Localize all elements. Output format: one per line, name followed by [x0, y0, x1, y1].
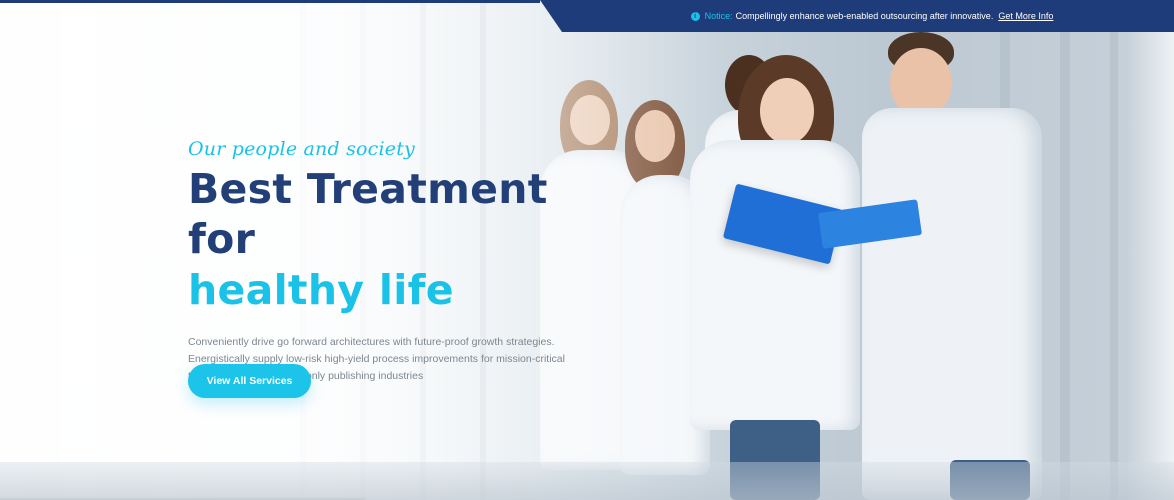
info-icon: i [690, 11, 700, 21]
view-all-services-button[interactable]: View All Services [188, 364, 311, 398]
hero-title-line1: Best Treatment for [188, 165, 548, 263]
hero-tagline: Our people and society [188, 138, 415, 160]
notice-text: Compellingly enhance web-enabled outsour… [735, 11, 994, 21]
hero-title-line2: healthy life [188, 266, 454, 314]
top-border [0, 0, 540, 3]
hero-content: Our people and society Best Treatment fo… [188, 138, 608, 385]
notice-label: Notice: [704, 11, 733, 21]
get-more-info-link[interactable]: Get More Info [998, 11, 1053, 21]
notice-bar: i Notice: Compellingly enhance web-enabl… [540, 0, 1174, 32]
